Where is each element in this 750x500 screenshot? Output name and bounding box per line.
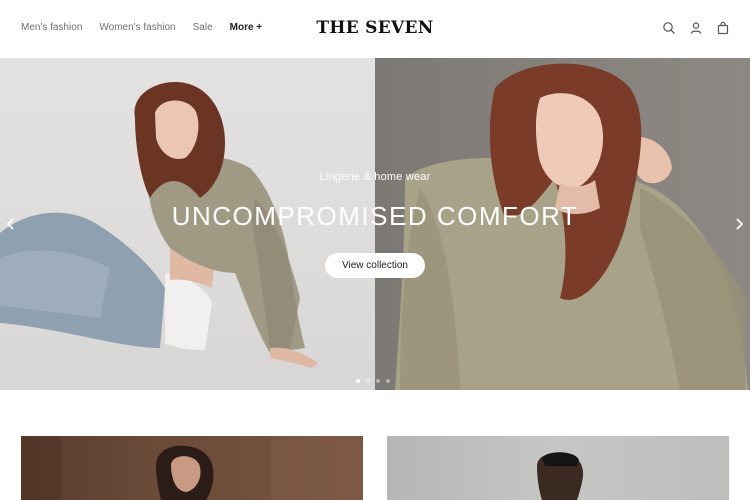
chevron-left-icon[interactable] [5,216,17,232]
search-icon[interactable] [662,21,676,35]
bag-icon[interactable] [716,21,730,35]
account-icon[interactable] [689,21,703,35]
header-icons [662,21,730,35]
slider-dot-3[interactable] [376,379,380,383]
slider-dots [356,379,390,383]
site-header: Men's fashion Women's fashion Sale More … [0,0,750,58]
site-logo[interactable]: THE SEVEN [316,18,433,38]
slider-dot-2[interactable] [366,379,370,383]
slider-dot-4[interactable] [386,379,390,383]
category-card-men[interactable] [387,436,729,500]
main-nav: Men's fashion Women's fashion Sale More … [21,22,279,33]
view-collection-button[interactable]: View collection [325,253,425,278]
category-card-women[interactable] [21,436,363,500]
nav-mens-fashion[interactable]: Men's fashion [21,22,82,33]
nav-womens-fashion[interactable]: Women's fashion [99,22,175,33]
slider-dot-1[interactable] [356,379,360,383]
chevron-right-icon[interactable] [733,216,745,232]
hero-subtitle: Lingerie & home wear [319,171,431,183]
card-photo-women [21,436,363,500]
hero-slider: Lingerie & home wear UNCOMPROMISED COMFO… [0,58,750,390]
hero-title: UNCOMPROMISED COMFORT [171,201,579,231]
nav-more[interactable]: More + [230,22,263,33]
card-photo-men [537,452,584,500]
nav-sale[interactable]: Sale [193,22,213,33]
